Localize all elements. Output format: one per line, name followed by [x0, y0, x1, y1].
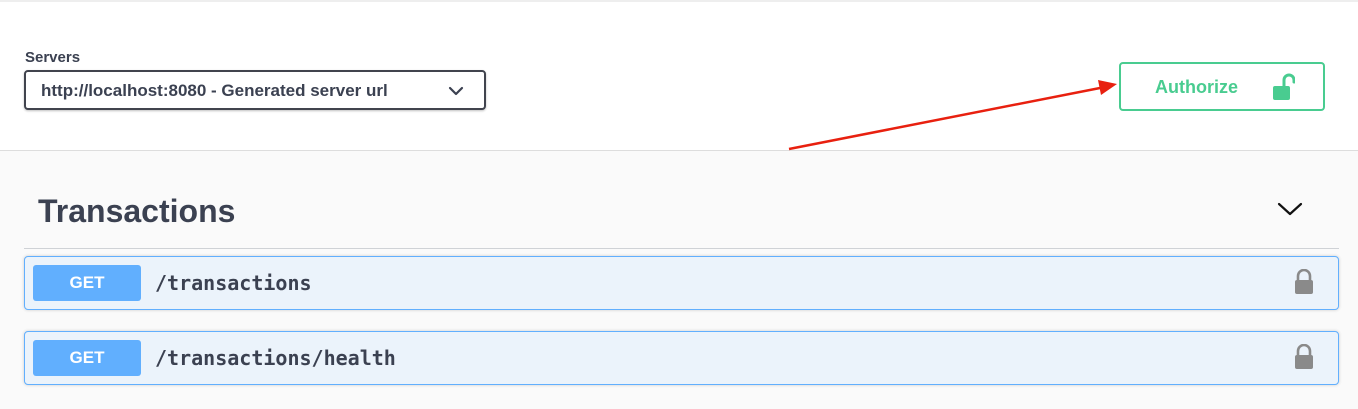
section-title: Transactions: [38, 193, 236, 229]
method-badge: GET: [33, 340, 141, 376]
top-bar: Servers http://localhost:8080 - Generate…: [0, 0, 1358, 150]
lock-icon[interactable]: [1293, 344, 1315, 370]
main-content: Transactions GET /transactions GET /tran…: [0, 150, 1358, 409]
server-select-value: http://localhost:8080 - Generated server…: [41, 81, 388, 100]
operation-get-transactions[interactable]: GET /transactions: [24, 256, 1339, 310]
unlock-icon: [1273, 73, 1295, 100]
method-badge: GET: [33, 265, 141, 301]
chevron-down-icon: [448, 86, 464, 96]
authorize-label: Authorize: [1155, 77, 1238, 97]
chevron-down-icon: [1277, 202, 1303, 216]
section-header-transactions[interactable]: Transactions: [24, 191, 1339, 249]
servers-label: Servers: [25, 49, 81, 66]
operation-path: /transactions/health: [155, 346, 396, 370]
operation-get-transactions-health[interactable]: GET /transactions/health: [24, 331, 1339, 385]
lock-icon[interactable]: [1293, 269, 1315, 295]
authorize-button[interactable]: Authorize: [1119, 62, 1325, 111]
operation-path: /transactions: [155, 271, 312, 295]
server-select[interactable]: http://localhost:8080 - Generated server…: [24, 70, 486, 110]
